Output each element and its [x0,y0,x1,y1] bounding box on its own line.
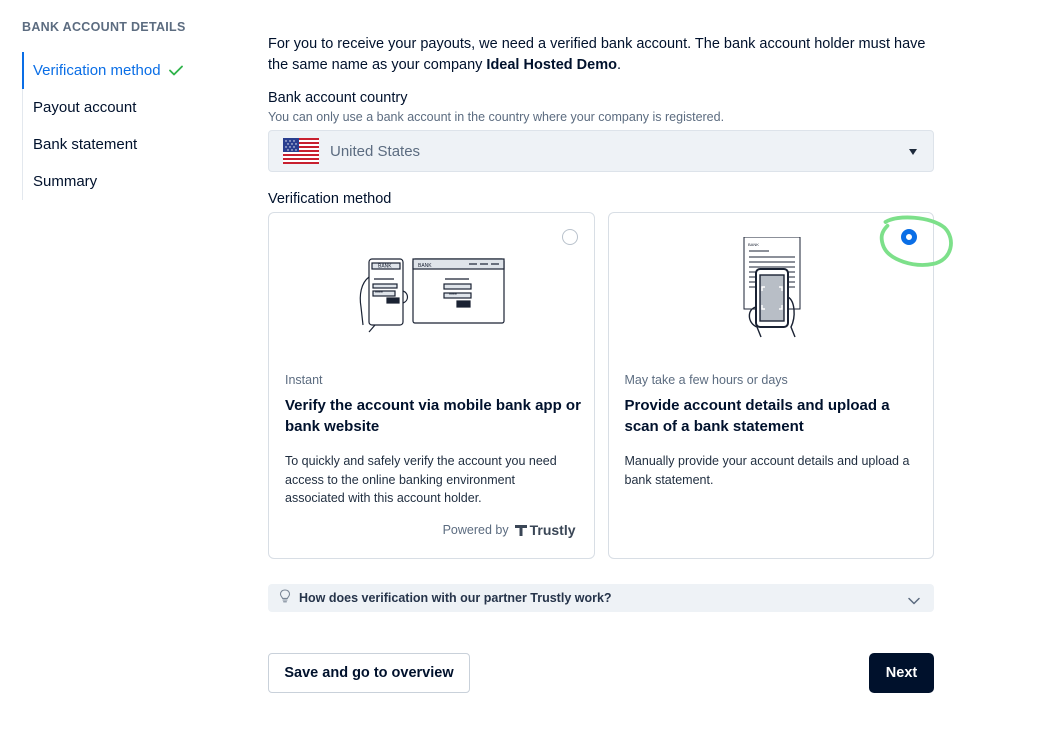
next-button[interactable]: Next [869,653,934,693]
lightbulb-icon [279,588,291,608]
option-eyebrow: Instant [285,373,323,387]
powered-by: Powered by Trustly [443,522,576,538]
option-eyebrow: May take a few hours or days [624,373,788,387]
option-card-statement[interactable]: BANK May take a few hours or days Provid… [607,212,934,559]
trustly-logo: Trustly [514,522,576,538]
step-label: Payout account [33,99,137,116]
svg-text:BANK: BANK [418,263,432,269]
svg-text:BANK: BANK [748,242,759,247]
option-card-instant[interactable]: BANK BANK **** **** Instant Verify the a… [268,212,595,559]
verification-options: BANK BANK **** **** Instant Verify the a… [268,212,934,559]
option-title: Provide account details and upload a sca… [624,397,890,435]
trustly-name: Trustly [529,522,576,538]
option-description: Manually provide your account details an… [624,454,910,487]
company-name: Ideal Hosted Demo [486,57,617,73]
scan-statement-illustration: BANK [609,236,934,347]
step-payout-account[interactable]: Payout account [23,89,222,126]
country-label: Bank account country [268,90,408,106]
chevron-down-icon [908,592,920,610]
step-label: Bank statement [33,136,138,153]
page: BANK ACCOUNT DETAILS Verification method… [0,0,1043,754]
step-label: Verification method [33,62,161,79]
sidebar-title: BANK ACCOUNT DETAILS [22,20,186,34]
actions: Save and go to overview Next [268,653,934,693]
option-description: To quickly and safely verify the account… [285,454,557,505]
step-summary[interactable]: Summary [23,163,222,200]
country-value: United States [330,142,421,160]
sidebar: BANK ACCOUNT DETAILS Verification method… [22,20,222,200]
intro-suffix: . [616,57,621,73]
bank-app-illustration: BANK BANK **** **** [269,237,594,347]
main-content: For you to receive your payouts, we need… [268,34,934,693]
caret-down-icon [909,149,917,155]
svg-text:****: **** [449,293,457,299]
intro-text: For you to receive your payouts, we need… [268,34,934,76]
checkmark-icon [168,65,183,76]
option-title: Verify the account via mobile bank app o… [285,397,581,435]
powered-by-label: Powered by [442,523,509,537]
verification-method-label: Verification method [268,191,392,207]
step-bank-statement[interactable]: Bank statement [23,126,222,163]
svg-text:****: **** [375,291,383,297]
svg-text:BANK: BANK [378,264,392,270]
step-label: Summary [33,173,98,190]
trustly-icon [514,524,527,536]
country-hint: You can only use a bank account in the c… [268,110,725,124]
steps-list: Verification method Payout account Bank … [22,52,222,200]
country-select[interactable]: United States [268,130,934,172]
step-verification-method[interactable]: Verification method [22,52,222,89]
save-overview-button[interactable]: Save and go to overview [268,653,470,693]
faq-accordion[interactable]: How does verification with our partner T… [268,584,934,612]
faq-question: How does verification with our partner T… [299,591,612,605]
us-flag-icon [283,138,319,164]
